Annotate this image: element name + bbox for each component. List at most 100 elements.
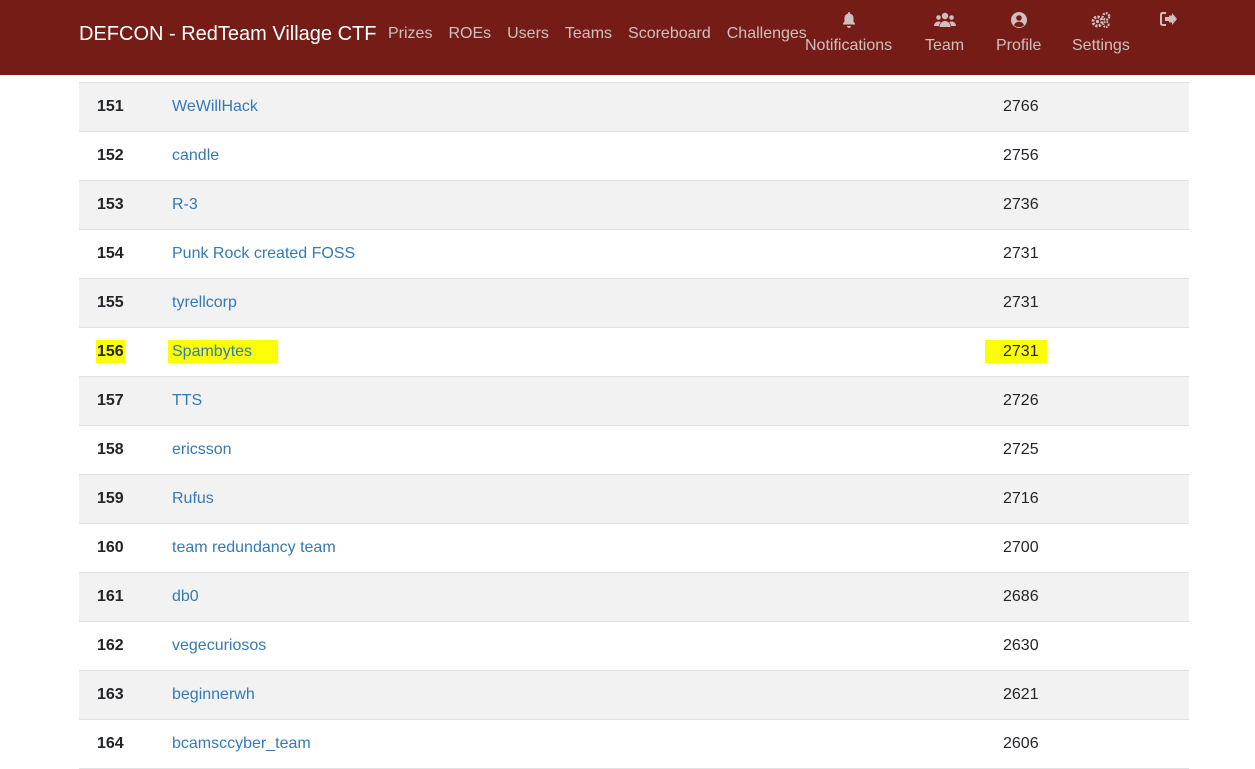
rank-value: 157: [97, 392, 124, 409]
rank-cell: 152: [79, 131, 172, 181]
gears-icon: [1072, 12, 1130, 32]
rank-value: 156: [96, 340, 125, 363]
rank-value: 158: [97, 441, 124, 458]
team-link[interactable]: WeWillHack: [172, 98, 258, 115]
table-row: 164 bcamsccyber_team 2606: [79, 719, 1189, 769]
team-link[interactable]: candle: [172, 147, 219, 164]
table-row: 155 tyrellcorp 2731: [79, 278, 1189, 328]
score-value: 2756: [1003, 147, 1039, 164]
nav-logout[interactable]: [1160, 12, 1177, 36]
team-cell: db0: [172, 572, 1003, 622]
nav-link-roes[interactable]: ROEs: [440, 23, 499, 45]
team-link[interactable]: Spambytes: [168, 340, 279, 363]
score-cell: 2766: [1003, 82, 1189, 132]
nav-settings[interactable]: Settings: [1072, 12, 1130, 56]
nav-links: Prizes ROEs Users Teams Scoreboard Chall…: [380, 23, 815, 45]
score-cell: 2731: [985, 327, 1189, 377]
nav-notifications[interactable]: Notifications: [805, 12, 892, 56]
rank-cell: 161: [79, 572, 172, 622]
score-cell: 2731: [1003, 278, 1189, 328]
rank-value: 159: [97, 490, 124, 507]
score-value: 2731: [1003, 245, 1039, 262]
team-cell: TTS: [172, 376, 1003, 426]
score-cell: 2731: [1003, 229, 1189, 279]
table-row: 159 Rufus 2716: [79, 474, 1189, 524]
nav-link-teams[interactable]: Teams: [557, 23, 620, 45]
table-row: 156 Spambytes 2731: [79, 327, 1189, 377]
score-cell: 2700: [1003, 523, 1189, 573]
table-row: 158 ericsson 2725: [79, 425, 1189, 475]
rank-cell: 156: [79, 327, 172, 377]
nav-profile-label: Profile: [996, 37, 1042, 54]
score-cell: 2736: [1003, 180, 1189, 230]
team-link[interactable]: db0: [172, 588, 199, 605]
table-row: 162 vegecuriosos 2630: [79, 621, 1189, 671]
rank-cell: 163: [79, 670, 172, 720]
rank-cell: 153: [79, 180, 172, 230]
nav-team[interactable]: Team: [925, 12, 964, 56]
rank-value: 152: [97, 147, 124, 164]
table-row: 152 candle 2756: [79, 131, 1189, 181]
team-cell: vegecuriosos: [172, 621, 1003, 671]
table-row: 161 db0 2686: [79, 572, 1189, 622]
team-cell: bcamsccyber_team: [172, 719, 1003, 769]
rank-value: 160: [97, 539, 124, 556]
team-link[interactable]: TTS: [172, 392, 202, 409]
rank-cell: 151: [79, 82, 172, 132]
team-cell: beginnerwh: [172, 670, 1003, 720]
team-cell: Rufus: [172, 474, 1003, 524]
rank-value: 162: [97, 637, 124, 654]
table-row: 160 team redundancy team 2700: [79, 523, 1189, 573]
rank-cell: 155: [79, 278, 172, 328]
score-value: 2766: [1003, 98, 1039, 115]
rank-cell: 157: [79, 376, 172, 426]
team-link[interactable]: tyrellcorp: [172, 294, 237, 311]
bell-icon: [805, 12, 892, 32]
team-link[interactable]: team redundancy team: [172, 539, 336, 556]
nav-link-prizes[interactable]: Prizes: [380, 23, 440, 45]
team-cell: R-3: [172, 180, 1003, 230]
score-cell: 2756: [1003, 131, 1189, 181]
rank-cell: 160: [79, 523, 172, 573]
score-cell: 2630: [1003, 621, 1189, 671]
nav-link-challenges[interactable]: Challenges: [719, 23, 815, 45]
rank-value: 161: [97, 588, 124, 605]
rank-cell: 159: [79, 474, 172, 524]
brand-link[interactable]: DEFCON - RedTeam Village CTF: [79, 21, 376, 47]
team-cell: tyrellcorp: [172, 278, 1003, 328]
score-value: 2621: [1003, 686, 1039, 703]
team-link[interactable]: beginnerwh: [172, 686, 255, 703]
nav-team-label: Team: [925, 37, 965, 54]
score-value: 2700: [1003, 539, 1039, 556]
nav-profile[interactable]: Profile: [996, 12, 1041, 56]
rank-cell: 162: [79, 621, 172, 671]
score-cell: 2726: [1003, 376, 1189, 426]
sign-out-icon: [1160, 12, 1177, 32]
team-link[interactable]: vegecuriosos: [172, 637, 266, 654]
score-value: 2686: [1003, 588, 1039, 605]
score-value: 2725: [1003, 441, 1039, 458]
rank-cell: 154: [79, 229, 172, 279]
nav-link-scoreboard[interactable]: Scoreboard: [620, 23, 719, 45]
team-link[interactable]: Rufus: [172, 490, 214, 507]
score-cell: 2686: [1003, 572, 1189, 622]
rank-cell: 158: [79, 425, 172, 475]
team-link[interactable]: R-3: [172, 196, 198, 213]
score-cell: 2725: [1003, 425, 1189, 475]
score-cell: 2716: [1003, 474, 1189, 524]
user-circle-icon: [996, 12, 1041, 32]
score-value: 2716: [1003, 490, 1039, 507]
team-cell: WeWillHack: [172, 82, 1003, 132]
team-link[interactable]: ericsson: [172, 441, 232, 458]
team-link[interactable]: Punk Rock created FOSS: [172, 245, 355, 262]
users-icon: [925, 12, 964, 32]
top-navbar: DEFCON - RedTeam Village CTF Prizes ROEs…: [0, 0, 1255, 75]
score-value: 2736: [1003, 196, 1039, 213]
score-value: 2731: [1003, 294, 1039, 311]
table-row: 163 beginnerwh 2621: [79, 670, 1189, 720]
team-cell: Punk Rock created FOSS: [172, 229, 1003, 279]
rank-cell: 164: [79, 719, 172, 769]
score-cell: 2621: [1003, 670, 1189, 720]
nav-link-users[interactable]: Users: [499, 23, 557, 45]
team-cell: ericsson: [172, 425, 1003, 475]
